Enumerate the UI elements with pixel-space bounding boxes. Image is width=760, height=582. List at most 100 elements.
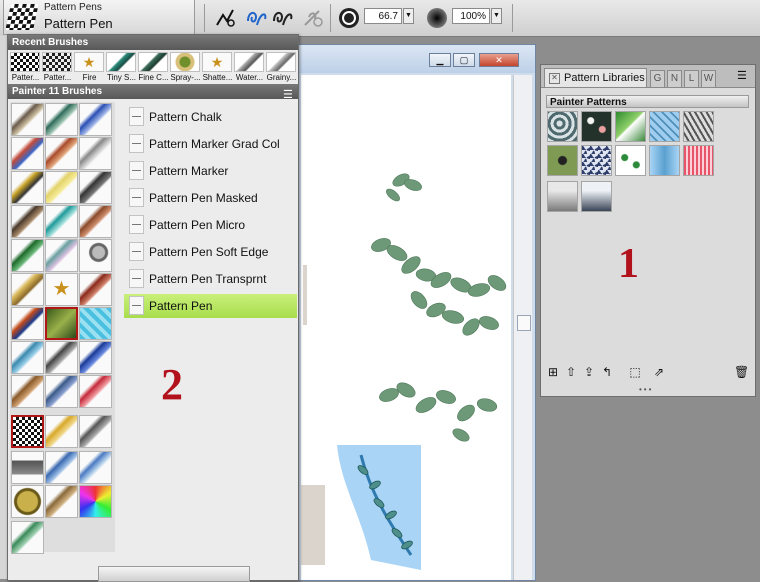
- sumi-e-icon[interactable]: [79, 451, 112, 484]
- pattern-pen-mode-icon[interactable]: [244, 5, 270, 31]
- pencils-icon[interactable]: [45, 375, 78, 408]
- capture-pattern-icon[interactable]: ⊞: [546, 365, 560, 379]
- vertical-scrollbar[interactable]: [513, 75, 532, 580]
- library-menu-icon[interactable]: ☰: [283, 88, 293, 101]
- user-brush-icon[interactable]: [11, 521, 44, 554]
- smart-stroke-icon[interactable]: [79, 415, 112, 448]
- pattern-pens-icon[interactable]: [11, 415, 44, 448]
- scrollbar-thumb[interactable]: [517, 315, 531, 331]
- import-pattern-icon[interactable]: ⇪: [582, 365, 596, 379]
- gel-icon[interactable]: [11, 273, 44, 306]
- oil-pastels-icon[interactable]: [11, 341, 44, 374]
- variant-pattern-pen-transprnt[interactable]: Pattern Pen Transprnt: [124, 267, 297, 291]
- image-hose-star-icon[interactable]: ★: [45, 273, 78, 306]
- brush-selector-button[interactable]: Pattern Pens Pattern Pen: [3, 0, 195, 35]
- pattern-swatch[interactable]: [683, 111, 714, 142]
- tinting-icon[interactable]: [11, 485, 44, 518]
- pattern-swatch[interactable]: [581, 181, 612, 212]
- artists-icon[interactable]: [79, 103, 112, 136]
- colored-pencils-icon[interactable]: [45, 171, 78, 204]
- define-pattern-icon[interactable]: ⇧: [564, 365, 578, 379]
- brush-size-dropdown-icon[interactable]: ▼: [403, 8, 414, 24]
- pattern-pen-transparent-icon[interactable]: [270, 5, 296, 31]
- pattern-swatch[interactable]: [649, 145, 680, 176]
- liquid-ink-icon[interactable]: [11, 307, 44, 340]
- close-icon[interactable]: ✕: [549, 73, 560, 84]
- camera-icon[interactable]: [11, 451, 44, 484]
- export-pattern-icon[interactable]: ↰: [600, 365, 614, 379]
- recent-brush[interactable]: Patter...: [9, 52, 42, 83]
- pattern-pens-alt-icon[interactable]: [11, 375, 44, 408]
- opacity-field[interactable]: 100%: [452, 8, 490, 24]
- airbrushes-icon[interactable]: [45, 103, 78, 136]
- tab-gradients[interactable]: G: [650, 70, 665, 87]
- recent-brush[interactable]: Fine C...: [137, 52, 170, 83]
- recent-brush[interactable]: Grainy...: [265, 52, 298, 83]
- distortion-icon[interactable]: [11, 239, 44, 272]
- pattern-swatch[interactable]: [649, 111, 680, 142]
- variant-pattern-pen-soft-edge[interactable]: Pattern Pen Soft Edge: [124, 240, 297, 264]
- pens-icon[interactable]: [79, 375, 112, 408]
- digital-watercolor-icon[interactable]: [79, 205, 112, 238]
- erasers-icon[interactable]: [45, 239, 78, 272]
- real-bristle-icon[interactable]: [45, 415, 78, 448]
- pattern-swatch[interactable]: [683, 145, 714, 176]
- trash-icon[interactable]: 🗑: [734, 365, 749, 379]
- pattern-swatch[interactable]: [547, 111, 578, 142]
- recent-brush[interactable]: Water...: [233, 52, 266, 83]
- tab-nozzles[interactable]: N: [667, 70, 682, 87]
- pattern-swatch[interactable]: [581, 111, 612, 142]
- variant-pattern-pen[interactable]: Pattern Pen: [124, 294, 297, 318]
- tab-weaves[interactable]: W: [701, 70, 716, 87]
- stroke-freehand-icon[interactable]: [212, 5, 238, 31]
- opacity-dropdown-icon[interactable]: ▼: [491, 8, 502, 24]
- tab-looks[interactable]: L: [684, 70, 699, 87]
- brush-size-field[interactable]: 66.7: [364, 8, 402, 24]
- pattern-libraries-palette: ✕ Pattern Libraries G N L W ☰ Painter Pa…: [540, 64, 756, 397]
- variant-pattern-pen-micro[interactable]: Pattern Pen Micro: [124, 213, 297, 237]
- variant-pattern-marker-grad-col[interactable]: Pattern Marker Grad Col: [124, 132, 297, 156]
- pastels-icon[interactable]: [79, 341, 112, 374]
- document-title-bar[interactable]: ▁ ▢ ✕: [297, 45, 535, 73]
- watercolor-icon[interactable]: [45, 485, 78, 518]
- acrylics-icon[interactable]: [11, 103, 44, 136]
- recent-brush[interactable]: Spray-...: [169, 52, 202, 83]
- recent-brush[interactable]: Tiny S...: [105, 52, 138, 83]
- calligraphy-icon[interactable]: [45, 137, 78, 170]
- f-x-icon[interactable]: [79, 239, 112, 272]
- pattern-swatch[interactable]: [547, 181, 578, 212]
- selection-icon[interactable]: ⬚: [628, 365, 642, 379]
- variant-pattern-chalk[interactable]: Pattern Chalk: [124, 105, 297, 129]
- color-wheel-icon[interactable]: [79, 485, 112, 518]
- resize-grip-icon[interactable]: •••: [639, 385, 653, 394]
- minimize-icon[interactable]: ▁: [429, 53, 451, 67]
- open-pattern-icon[interactable]: ⇗: [652, 365, 666, 379]
- pattern-swatch[interactable]: [615, 111, 646, 142]
- tab-pattern-libraries[interactable]: ✕ Pattern Libraries: [544, 68, 647, 87]
- variant-pattern-pen-masked[interactable]: Pattern Pen Masked: [124, 186, 297, 210]
- pattern-swatch[interactable]: [547, 145, 578, 176]
- pattern-swatch[interactable]: [615, 145, 646, 176]
- conte-icon[interactable]: [79, 171, 112, 204]
- chalk-icon[interactable]: [79, 137, 112, 170]
- recent-brush[interactable]: ★ Shatte...: [201, 52, 234, 83]
- crayons-icon[interactable]: [45, 205, 78, 238]
- cloners-icon[interactable]: [11, 205, 44, 238]
- panel-bottom-control[interactable]: [98, 566, 250, 582]
- recent-brush[interactable]: ★ Fire: [73, 52, 106, 83]
- oils-icon[interactable]: [79, 307, 112, 340]
- pattern-swatch[interactable]: [581, 145, 612, 176]
- close-icon[interactable]: ✕: [479, 53, 519, 67]
- impasto-icon[interactable]: [79, 273, 112, 306]
- charcoal-icon[interactable]: [11, 171, 44, 204]
- markers-icon[interactable]: [45, 307, 78, 340]
- recent-brush[interactable]: Patter...: [41, 52, 74, 83]
- palette-knives-icon[interactable]: [45, 341, 78, 374]
- drawing-canvas[interactable]: [301, 75, 511, 580]
- variant-pattern-marker[interactable]: Pattern Marker: [124, 159, 297, 183]
- sponges-icon[interactable]: [45, 451, 78, 484]
- maximize-icon[interactable]: ▢: [453, 53, 475, 67]
- palette-menu-icon[interactable]: ☰: [737, 70, 749, 82]
- blenders-icon[interactable]: [11, 137, 44, 170]
- pattern-pen-disabled-icon[interactable]: [300, 5, 326, 31]
